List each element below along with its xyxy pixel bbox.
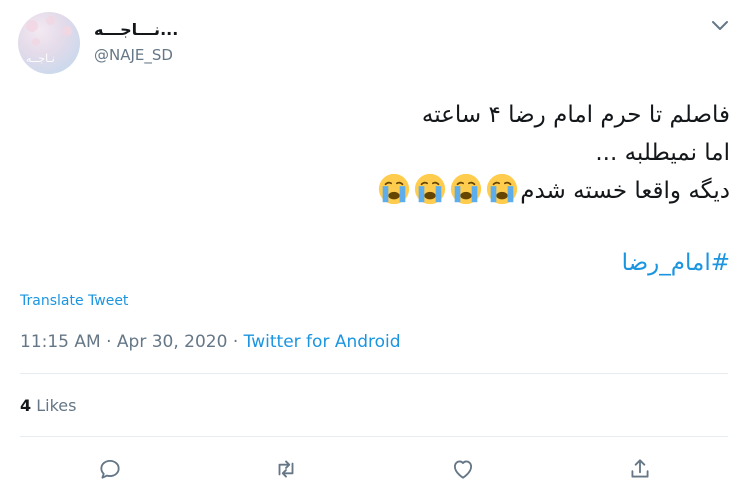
tweet-line: اما نمیطلبه ... [595, 140, 730, 166]
tweet-time[interactable]: 11:15 AM [20, 332, 101, 352]
likes-label: Likes [36, 396, 77, 415]
tweet-text: فاصلم تا حرم امام رضا ۴ ساعته اما نمیطلب… [30, 96, 730, 210]
like-icon[interactable] [450, 456, 476, 482]
avatar-decoration [46, 16, 55, 25]
translate-tweet-link[interactable]: Translate Tweet [20, 293, 128, 309]
avatar-decoration [62, 26, 72, 36]
tweet-source-link[interactable]: Twitter for Android [244, 332, 401, 352]
loudly-crying-face-emoji [487, 173, 518, 205]
meta-separator: · [227, 332, 244, 352]
likes-number: 4 [20, 396, 32, 415]
chevron-down-icon[interactable] [710, 18, 730, 34]
tweet-date[interactable]: Apr 30, 2020 [117, 332, 228, 352]
reply-icon[interactable] [97, 456, 123, 482]
tweet-line: دیگه واقعا خسته شدم [30, 172, 730, 210]
avatar-decoration [32, 38, 40, 46]
avatar-decoration [26, 20, 38, 32]
divider [20, 436, 728, 437]
retweet-icon[interactable] [273, 456, 299, 482]
divider [20, 373, 728, 374]
user-handle[interactable]: @NAJE_SD [94, 46, 173, 64]
likes-count[interactable]: 4 Likes [20, 396, 76, 415]
hashtag-link[interactable]: #امام_رضا [622, 250, 730, 276]
loudly-crying-face-emoji [415, 173, 446, 205]
meta-separator: · [100, 332, 117, 352]
display-name[interactable]: نـــاجـــه... [94, 20, 178, 39]
tweet-meta: 11:15 AM · Apr 30, 2020 · Twitter for An… [20, 332, 401, 352]
emoji-row [376, 173, 520, 205]
tweet-line: فاصلم تا حرم امام رضا ۴ ساعته [421, 102, 730, 128]
share-icon[interactable] [627, 456, 653, 482]
avatar[interactable]: نـاجــه [18, 12, 80, 74]
avatar-text: نـاجــه [26, 52, 55, 65]
loudly-crying-face-emoji [379, 173, 410, 205]
tweet-line-text: دیگه واقعا خسته شدم [520, 178, 730, 204]
loudly-crying-face-emoji [451, 173, 482, 205]
